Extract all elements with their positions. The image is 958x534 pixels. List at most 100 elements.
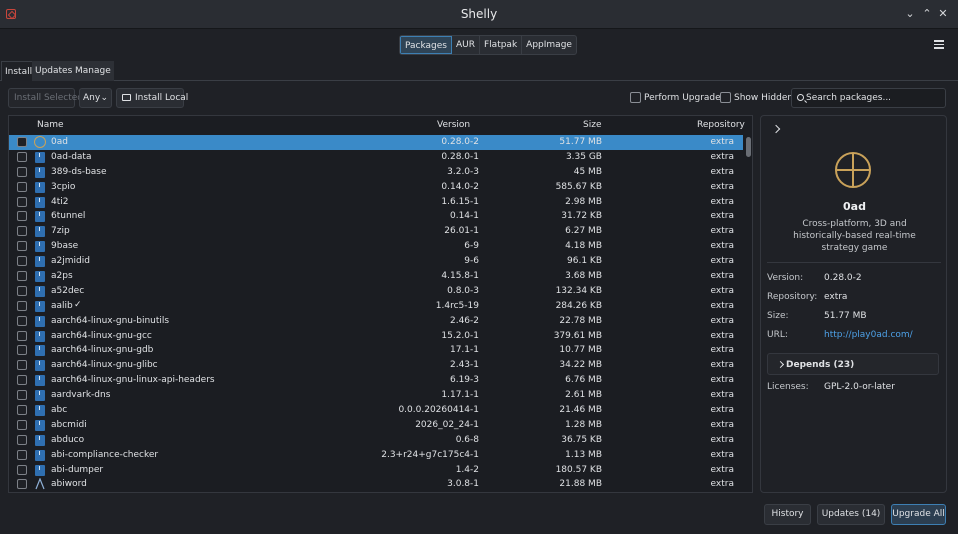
row-checkbox[interactable]	[17, 360, 27, 371]
table-row[interactable]: aarch64-linux-gnu-linux-api-headers 6.19-…	[9, 373, 743, 388]
table-row[interactable]: abc 0.0.0.20260414-1 21.46 MB extra	[9, 403, 743, 418]
filter-select[interactable]: Any ⌄	[79, 88, 112, 108]
row-checkbox[interactable]	[17, 137, 27, 147]
show-hidden-checkbox[interactable]	[720, 92, 731, 103]
url-link[interactable]: http://play0ad.com/	[824, 330, 913, 340]
row-checkbox[interactable]	[17, 151, 27, 162]
package-name: 9base	[51, 241, 79, 252]
menu-icon[interactable]	[934, 40, 944, 49]
tab-manage[interactable]: Manage	[72, 61, 114, 81]
package-repo: extra	[710, 449, 734, 460]
row-checkbox[interactable]	[17, 285, 27, 296]
row-checkbox[interactable]	[17, 390, 27, 401]
column-version[interactable]: Version	[437, 120, 470, 130]
table-row[interactable]: 389-ds-base 3.2.0-3 45 MB extra	[9, 165, 743, 180]
table-row[interactable]: abcmidi 2026_02_24-1 1.28 MB extra	[9, 418, 743, 433]
history-button[interactable]: History	[764, 504, 811, 525]
package-version: 6.19-3	[449, 375, 479, 386]
package-size: 585.67 KB	[555, 181, 602, 192]
package-name: abduco	[51, 434, 85, 445]
scrollbar-thumb[interactable]	[746, 137, 751, 157]
install-local-button[interactable]: Install Local	[116, 88, 188, 108]
table-row[interactable]: a2jmidid 9-6 96.1 KB extra	[9, 254, 743, 269]
table-row[interactable]: abi-compliance-checker 2.3+r24+g7c175c4-1…	[9, 448, 743, 463]
row-checkbox[interactable]	[17, 300, 27, 311]
row-checkbox[interactable]	[17, 315, 27, 326]
row-checkbox[interactable]	[17, 419, 27, 430]
row-checkbox[interactable]	[17, 241, 27, 252]
row-checkbox[interactable]	[17, 479, 27, 490]
package-repo: extra	[710, 226, 734, 237]
table-row[interactable]: 4ti2 1.6.15-1 2.98 MB extra	[9, 195, 743, 210]
package-version: 0.28.0-2	[441, 137, 479, 147]
row-checkbox[interactable]	[17, 330, 27, 341]
row-checkbox[interactable]	[17, 449, 27, 460]
row-checkbox[interactable]	[17, 166, 27, 177]
column-repository[interactable]: Repository	[697, 120, 745, 130]
table-row[interactable]: 0ad 0.28.0-2 51.77 MB extra	[9, 135, 743, 150]
search-input[interactable]	[806, 91, 944, 105]
row-checkbox[interactable]	[17, 345, 27, 356]
perform-upgrade-checkbox[interactable]	[630, 92, 641, 103]
package-size: 3.68 MB	[565, 271, 602, 282]
licenses-value: GPL-2.0-or-later	[824, 382, 895, 392]
upgrade-all-button[interactable]: Upgrade All	[891, 504, 946, 525]
row-checkbox[interactable]	[17, 196, 27, 207]
row-checkbox[interactable]	[17, 375, 27, 386]
table-row[interactable]: aarch64-linux-gnu-gdb 17.1-1 10.77 MB extra	[9, 343, 743, 358]
minimize-button[interactable]: ⌄	[903, 7, 917, 21]
table-row[interactable]: abiword 3.0.8-1 21.88 MB extra	[9, 477, 743, 492]
table-row[interactable]: a52dec 0.8.0-3 132.34 KB extra	[9, 284, 743, 299]
repository-value: extra	[824, 292, 848, 302]
table-row[interactable]: 9base 6-9 4.18 MB extra	[9, 239, 743, 254]
package-size: 379.61 MB	[553, 330, 602, 341]
package-version: 2026_02_24-1	[415, 419, 479, 430]
column-size[interactable]: Size	[583, 120, 601, 130]
package-version: 15.2.0-1	[441, 330, 479, 341]
row-checkbox[interactable]	[17, 256, 27, 267]
table-row[interactable]: abi-dumper 1.4-2 180.57 KB extra	[9, 463, 743, 478]
updates-button[interactable]: Updates (14)	[817, 504, 885, 525]
table-row[interactable]: a2ps 4.15.8-1 3.68 MB extra	[9, 269, 743, 284]
package-size: 21.88 MB	[559, 479, 602, 490]
close-button[interactable]: ✕	[936, 7, 950, 21]
table-row[interactable]: aarch64-linux-gnu-gcc 15.2.0-1 379.61 MB ex…	[9, 329, 743, 344]
tab-updates[interactable]: Updates	[32, 61, 76, 81]
package-version: 0.0.0.20260414-1	[398, 405, 479, 416]
tab-install[interactable]: Install	[1, 61, 37, 81]
switcher-aur[interactable]: AUR	[452, 36, 480, 54]
package-name: abi-dumper	[51, 464, 104, 475]
row-checkbox[interactable]	[17, 464, 27, 475]
switcher-packages[interactable]: Packages	[400, 36, 452, 54]
collapse-panel-icon[interactable]	[771, 124, 781, 134]
table-row[interactable]: aardvark-dns 1.17.1-1 2.61 MB extra	[9, 388, 743, 403]
install-selected-button[interactable]: Install Selected	[8, 88, 83, 108]
chevron-down-icon: ⌄	[100, 93, 108, 103]
table-row[interactable]: aarch64-linux-gnu-glibc 2.43-1 34.22 MB ext…	[9, 358, 743, 373]
switcher-flatpak[interactable]: Flatpak	[480, 36, 523, 54]
table-row[interactable]: aalib ✓ 1.4rc5-19 284.26 KB extra	[9, 299, 743, 314]
maximize-button[interactable]: ⌃	[920, 7, 934, 21]
row-checkbox[interactable]	[17, 226, 27, 237]
table-row[interactable]: 0ad-data 0.28.0-1 3.35 GB extra	[9, 150, 743, 165]
row-checkbox[interactable]	[17, 211, 27, 222]
row-checkbox[interactable]	[17, 271, 27, 282]
table-row[interactable]: abduco 0.6-8 36.75 KB extra	[9, 433, 743, 448]
list-scrollbar[interactable]	[745, 135, 752, 491]
size-value: 51.77 MB	[824, 311, 867, 321]
table-row[interactable]: 6tunnel 0.14-1 31.72 KB extra	[9, 209, 743, 224]
package-size: 6.27 MB	[565, 226, 602, 237]
table-row[interactable]: 7zip 26.01-1 6.27 MB extra	[9, 224, 743, 239]
column-name[interactable]: Name	[37, 120, 64, 130]
table-row[interactable]: aarch64-linux-gnu-binutils 2.46-2 22.78 MB…	[9, 314, 743, 329]
switcher-appimage[interactable]: AppImage	[522, 36, 576, 54]
package-name: aalib	[51, 300, 73, 311]
package-name: abcmidi	[51, 419, 87, 430]
package-name: 0ad	[51, 137, 68, 147]
table-row[interactable]: 3cpio 0.14.0-2 585.67 KB extra	[9, 180, 743, 195]
package-size: 2.98 MB	[565, 196, 602, 207]
depends-expander[interactable]: Depends (23)	[767, 353, 939, 375]
row-checkbox[interactable]	[17, 405, 27, 416]
row-checkbox[interactable]	[17, 181, 27, 192]
row-checkbox[interactable]	[17, 434, 27, 445]
